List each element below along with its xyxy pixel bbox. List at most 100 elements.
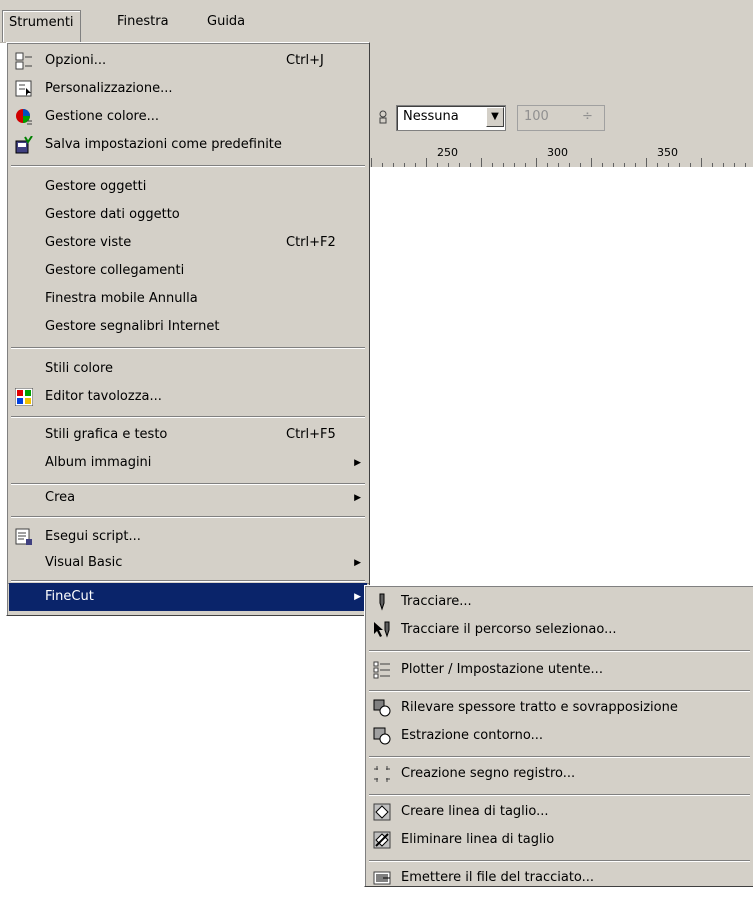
menu-item-label: Creazione segno registro... <box>401 766 576 781</box>
menu-item-esegui-script[interactable]: Esegui script... <box>9 523 367 551</box>
menu-item-finestra-annulla[interactable]: Finestra mobile Annulla <box>9 285 367 313</box>
menu-item-finecut[interactable]: FineCut ▶ <box>9 583 367 611</box>
menu-separator <box>11 516 365 518</box>
menu-item-estrazione-contorno[interactable]: Estrazione contorno... <box>367 722 752 750</box>
drawing-canvas[interactable] <box>367 167 753 587</box>
menu-bar: Strumenti Finestra Guida <box>0 0 753 43</box>
menu-item-creare-linea-taglio[interactable]: Creare linea di taglio... <box>367 798 752 826</box>
menu-item-label: Gestore oggetti <box>45 179 147 194</box>
menu-item-rilevare-spessore[interactable]: Rilevare spessore tratto e sovrapposizio… <box>367 694 752 722</box>
menu-item-album-immagini[interactable]: Album immagini ▶ <box>9 449 367 477</box>
menu-item-label: Album immagini <box>45 455 152 470</box>
menu-item-salva-impostazioni[interactable]: Salva impostazioni come predefinite <box>9 131 367 159</box>
save-defaults-icon <box>15 135 33 154</box>
ruler-tick <box>371 158 372 167</box>
menu-item-label: Gestore collegamenti <box>45 263 185 278</box>
ruler-tick <box>646 158 647 167</box>
palette-editor-icon <box>14 387 34 407</box>
menu-separator <box>369 756 750 758</box>
create-cut-line-icon <box>373 803 391 821</box>
menu-item-label: Gestore segnalibri Internet <box>45 319 220 334</box>
menu-separator <box>369 794 750 796</box>
menu-separator <box>11 165 365 167</box>
menu-item-gestione-colore[interactable]: Gestione colore... <box>9 103 367 131</box>
menu-item-label: Gestore viste <box>45 235 132 250</box>
menu-item-label: Tracciare... <box>401 594 472 609</box>
menu-item-creazione-segno-registro[interactable]: Creazione segno registro... <box>367 760 752 788</box>
plot-pen-icon <box>373 593 391 611</box>
menu-item-stili-colore[interactable]: Stili colore <box>9 355 367 383</box>
menu-item-gestore-oggetti[interactable]: Gestore oggetti <box>9 173 367 201</box>
plot-selected-path-icon <box>373 621 391 639</box>
menu-item-label: Esegui script... <box>45 529 141 544</box>
submenu-arrow-icon: ▶ <box>354 493 361 503</box>
menu-item-label: Emettere il file del tracciato... <box>401 870 595 885</box>
customize-icon <box>15 80 33 98</box>
menu-separator <box>11 416 365 418</box>
plotter-settings-icon <box>373 661 391 679</box>
menu-strumenti-label: Strumenti <box>9 15 74 30</box>
ruler-tick <box>536 158 537 167</box>
menu-finestra-label: Finestra <box>117 14 169 29</box>
menu-item-label: Eliminare linea di taglio <box>401 832 555 847</box>
menu-separator <box>11 580 365 582</box>
menu-item-stili-grafica-testo[interactable]: Stili grafica e testo Ctrl+F5 <box>9 421 367 449</box>
ruler-tick <box>426 158 427 167</box>
output-plot-file-icon <box>373 869 391 887</box>
menu-item-emettere-file[interactable]: Emettere il file del tracciato... <box>367 864 752 892</box>
menu-item-crea[interactable]: Crea ▶ <box>9 484 367 512</box>
menu-item-shortcut: Ctrl+J <box>286 53 324 68</box>
menu-finestra[interactable]: Finestra <box>111 10 175 34</box>
menu-item-label: Rilevare spessore tratto e sovrapposizio… <box>401 700 678 715</box>
spinner-arrows-icon[interactable]: ÷ <box>582 109 593 124</box>
size-spinner[interactable]: 100 ÷ <box>517 105 605 131</box>
menu-separator <box>369 650 750 652</box>
menu-strumenti[interactable]: Strumenti <box>2 10 81 42</box>
strumenti-menu-bottom: FineCut ▶ <box>6 583 370 616</box>
ruler-tick <box>701 158 702 167</box>
chevron-down-icon[interactable]: ▼ <box>486 107 504 127</box>
ruler-label: 300 <box>547 146 568 159</box>
menu-item-label: Crea <box>45 490 76 505</box>
menu-item-gestore-viste[interactable]: Gestore viste Ctrl+F2 <box>9 229 367 257</box>
menu-item-label: Visual Basic <box>45 555 123 570</box>
horizontal-ruler: 250 300 350 <box>367 145 753 168</box>
menu-item-label: Finestra mobile Annulla <box>45 291 198 306</box>
menu-item-segnalibri-internet[interactable]: Gestore segnalibri Internet <box>9 313 367 341</box>
menu-item-visual-basic[interactable]: Visual Basic ▶ <box>9 549 367 577</box>
menu-item-label: FineCut <box>45 589 94 604</box>
menu-item-tracciare-percorso[interactable]: Tracciare il percorso selezionao... <box>367 616 752 644</box>
style-combo[interactable]: Nessuna ▼ <box>396 105 506 131</box>
detect-stroke-icon <box>373 699 391 717</box>
strumenti-menu: Opzioni... Ctrl+J Personalizzazione... G… <box>6 42 370 589</box>
menu-separator <box>369 690 750 692</box>
menu-item-opzioni[interactable]: Opzioni... Ctrl+J <box>9 47 367 75</box>
ruler-tick <box>481 158 482 167</box>
menu-item-shortcut: Ctrl+F2 <box>286 235 336 250</box>
menu-item-gestore-collegamenti[interactable]: Gestore collegamenti <box>9 257 367 285</box>
submenu-arrow-icon: ▶ <box>354 458 361 468</box>
menu-item-label: Personalizzazione... <box>45 81 173 96</box>
menu-item-tracciare[interactable]: Tracciare... <box>367 588 752 616</box>
run-script-icon <box>15 528 33 546</box>
menu-item-label: Stili colore <box>45 361 114 376</box>
menu-separator <box>369 860 750 862</box>
menu-item-label: Tracciare il percorso selezionao... <box>401 622 617 637</box>
register-mark-icon <box>373 765 391 783</box>
menu-guida[interactable]: Guida <box>201 10 251 34</box>
submenu-arrow-icon: ▶ <box>354 592 361 602</box>
menu-item-label: Estrazione contorno... <box>401 728 544 743</box>
menu-item-editor-tavolozza[interactable]: Editor tavolozza... <box>9 383 367 411</box>
options-icon <box>15 52 33 70</box>
menu-item-personalizzazione[interactable]: Personalizzazione... <box>9 75 367 103</box>
menu-item-label: Stili grafica e testo <box>45 427 168 442</box>
menu-item-label: Opzioni... <box>45 53 107 68</box>
submenu-arrow-icon: ▶ <box>354 558 361 568</box>
menu-item-gestore-dati-oggetto[interactable]: Gestore dati oggetto <box>9 201 367 229</box>
menu-item-eliminare-linea-taglio[interactable]: Eliminare linea di taglio <box>367 826 752 854</box>
menu-guida-label: Guida <box>207 14 246 29</box>
style-combo-value: Nessuna <box>403 109 459 124</box>
menu-item-label: Plotter / Impostazione utente... <box>401 662 603 677</box>
menu-item-plotter-impostazione[interactable]: Plotter / Impostazione utente... <box>367 656 752 684</box>
ruler-label: 250 <box>437 146 458 159</box>
